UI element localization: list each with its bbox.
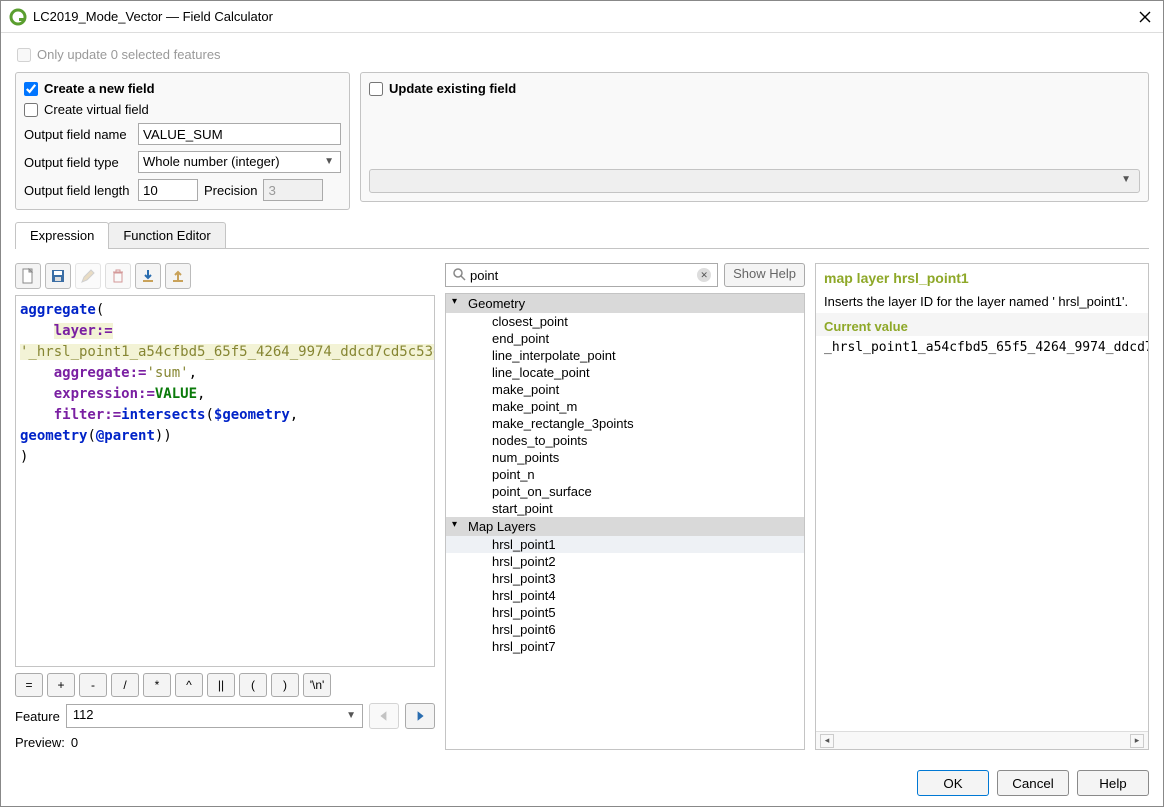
tab-function-editor[interactable]: Function Editor	[108, 222, 225, 248]
operator-button[interactable]: /	[111, 673, 139, 697]
tree-item[interactable]: make_rectangle_3points	[446, 415, 804, 432]
delete-icon[interactable]	[105, 263, 131, 289]
operator-button[interactable]: *	[143, 673, 171, 697]
operator-button[interactable]: ^	[175, 673, 203, 697]
search-input[interactable]	[470, 268, 697, 283]
clear-search-icon[interactable]: ✕	[697, 268, 711, 282]
cancel-button[interactable]: Cancel	[997, 770, 1069, 796]
tree-item[interactable]: hrsl_point7	[446, 638, 804, 655]
tree-item[interactable]: hrsl_point1	[446, 536, 804, 553]
tree-item[interactable]: end_point	[446, 330, 804, 347]
search-icon	[452, 267, 466, 284]
tree-item[interactable]: num_points	[446, 449, 804, 466]
tree-item[interactable]: point_n	[446, 466, 804, 483]
operator-button[interactable]: '\n'	[303, 673, 331, 697]
operator-button[interactable]: =	[15, 673, 43, 697]
create-field-label: Create a new field	[44, 81, 155, 96]
output-length-label: Output field length	[24, 183, 132, 198]
help-title: map layer hrsl_point1	[816, 264, 1148, 290]
help-panel: map layer hrsl_point1 Inserts the layer …	[815, 263, 1149, 750]
tree-item[interactable]: nodes_to_points	[446, 432, 804, 449]
tree-item[interactable]: start_point	[446, 500, 804, 517]
output-length-input[interactable]	[138, 179, 198, 201]
tree-item[interactable]: hrsl_point4	[446, 587, 804, 604]
only-update-label: Only update 0 selected features	[37, 47, 221, 62]
search-box[interactable]: ✕	[445, 263, 718, 287]
update-field-checkbox[interactable]	[369, 82, 383, 96]
feature-combo[interactable]: 112▼	[66, 704, 363, 728]
ok-button[interactable]: OK	[917, 770, 989, 796]
update-field-label: Update existing field	[389, 81, 516, 96]
help-description: Inserts the layer ID for the layer named…	[816, 290, 1148, 313]
tab-expression[interactable]: Expression	[15, 222, 109, 248]
create-field-panel: Create a new field Create virtual field …	[15, 72, 350, 210]
scroll-left-icon[interactable]: ◂	[820, 734, 834, 748]
tree-item[interactable]: line_interpolate_point	[446, 347, 804, 364]
tree-item[interactable]: make_point_m	[446, 398, 804, 415]
feature-label: Feature	[15, 709, 60, 724]
qgis-icon	[9, 8, 27, 26]
operator-button[interactable]: +	[47, 673, 75, 697]
chevron-down-icon: ▼	[324, 156, 334, 167]
virtual-field-label: Create virtual field	[44, 102, 149, 117]
tree-item[interactable]: hrsl_point6	[446, 621, 804, 638]
save-icon[interactable]	[45, 263, 71, 289]
chevron-down-icon: ▼	[1121, 174, 1131, 185]
help-button[interactable]: Help	[1077, 770, 1149, 796]
chevron-down-icon: ▼	[346, 710, 356, 721]
tree-item[interactable]: hrsl_point5	[446, 604, 804, 621]
next-feature-button[interactable]	[405, 703, 435, 729]
tree-group[interactable]: Geometry	[446, 294, 804, 313]
window-title: LC2019_Mode_Vector — Field Calculator	[33, 9, 1135, 24]
operator-button[interactable]: (	[239, 673, 267, 697]
output-type-label: Output field type	[24, 155, 132, 170]
only-update-row: Only update 0 selected features	[15, 43, 1149, 64]
close-icon[interactable]	[1135, 7, 1155, 27]
expression-editor[interactable]: aggregate( layer:= '_hrsl_point1_a54cfbd…	[15, 295, 435, 667]
tree-item[interactable]: make_point	[446, 381, 804, 398]
export-icon[interactable]	[165, 263, 191, 289]
update-field-panel: Update existing field ▼	[360, 72, 1149, 202]
help-subtitle: Current value	[816, 313, 1148, 336]
preview-label: Preview:	[15, 735, 65, 750]
operator-button[interactable]: -	[79, 673, 107, 697]
precision-input	[263, 179, 323, 201]
tree-group[interactable]: Map Layers	[446, 517, 804, 536]
edit-icon[interactable]	[75, 263, 101, 289]
prev-feature-button[interactable]	[369, 703, 399, 729]
update-field-select[interactable]: ▼	[369, 169, 1140, 193]
precision-label: Precision	[204, 183, 257, 198]
output-name-label: Output field name	[24, 127, 132, 142]
new-file-icon[interactable]	[15, 263, 41, 289]
virtual-field-checkbox[interactable]	[24, 103, 38, 117]
operator-button[interactable]: )	[271, 673, 299, 697]
tree-item[interactable]: point_on_surface	[446, 483, 804, 500]
help-code: _hrsl_point1_a54cfbd5_65f5_4264_9974_ddc…	[816, 336, 1148, 359]
preview-value: 0	[71, 735, 78, 750]
operator-button[interactable]: ||	[207, 673, 235, 697]
tree-item[interactable]: hrsl_point2	[446, 553, 804, 570]
scroll-right-icon[interactable]: ▸	[1130, 734, 1144, 748]
tree-item[interactable]: closest_point	[446, 313, 804, 330]
output-name-input[interactable]	[138, 123, 341, 145]
only-update-checkbox	[17, 48, 31, 62]
tree-item[interactable]: hrsl_point3	[446, 570, 804, 587]
output-type-select[interactable]: Whole number (integer)▼	[138, 151, 341, 173]
function-tree[interactable]: Geometryclosest_pointend_pointline_inter…	[445, 293, 805, 750]
tree-item[interactable]: line_locate_point	[446, 364, 804, 381]
create-field-checkbox[interactable]	[24, 82, 38, 96]
import-icon[interactable]	[135, 263, 161, 289]
show-help-button[interactable]: Show Help	[724, 263, 805, 287]
